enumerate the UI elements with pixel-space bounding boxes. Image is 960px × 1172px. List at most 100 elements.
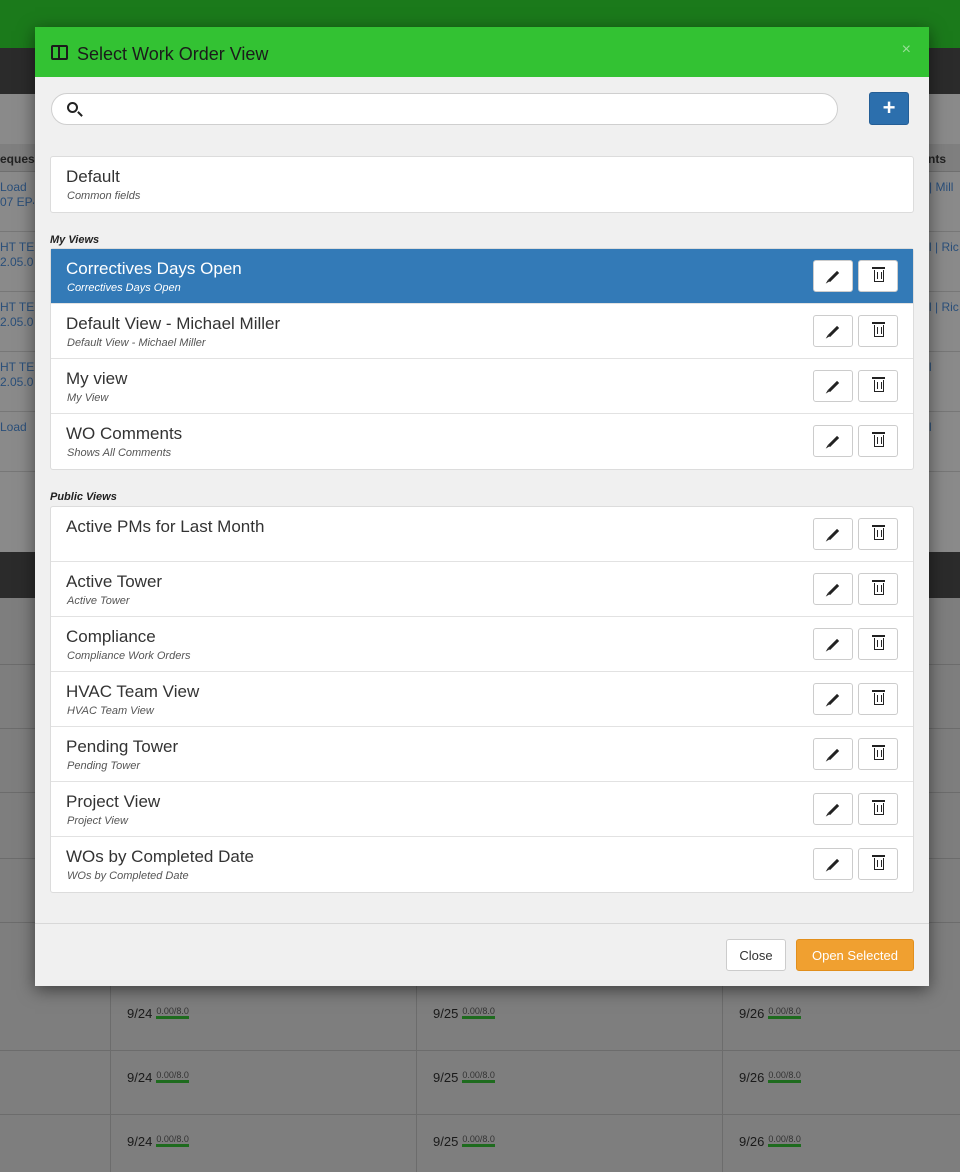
list-item-view[interactable]: Active PMs for Last Month	[51, 507, 913, 562]
delete-view-button[interactable]	[858, 425, 898, 457]
list-item-view[interactable]: Default View - Michael Miller Default Vie…	[51, 304, 913, 359]
view-subtitle: Pending Tower	[67, 760, 140, 772]
search-box[interactable]	[51, 93, 838, 125]
app-cell-request: HT TE2.05.07	[0, 300, 34, 330]
list-item-default-view[interactable]: Default Common fields	[51, 157, 913, 212]
delete-view-button[interactable]	[858, 518, 898, 550]
list-item-view[interactable]: HVAC Team View HVAC Team View	[51, 672, 913, 727]
view-subtitle: Default View - Michael Miller	[67, 337, 206, 349]
app-cell-line: HT TE	[0, 240, 34, 254]
app-cell-request: Load	[0, 420, 34, 435]
app-calendar-day: 9/24 0.00/8.0	[127, 1006, 189, 1021]
list-item-view[interactable]: Active Tower Active Tower	[51, 562, 913, 617]
edit-view-button[interactable]	[813, 260, 853, 292]
trash-icon	[872, 377, 885, 392]
app-calendar-hours: 0.00/8.0	[462, 1070, 495, 1083]
view-title: Active Tower	[66, 572, 163, 591]
modal-footer: Close Open Selected	[35, 923, 929, 986]
list-item-view[interactable]: WO Comments Shows All Comments	[51, 414, 913, 469]
app-cell-line: l | Ric	[929, 240, 959, 254]
delete-view-button[interactable]	[858, 683, 898, 715]
delete-view-button[interactable]	[858, 628, 898, 660]
delete-view-button[interactable]	[858, 573, 898, 605]
app-table-header-comments: nts	[928, 152, 946, 166]
app-cell-line: l | Ric	[929, 300, 959, 314]
add-view-button[interactable]: +	[869, 92, 909, 125]
app-calendar-day: 9/24 0.00/8.0	[127, 1134, 189, 1149]
app-calendar-day: 9/25 0.00/8.0	[433, 1070, 495, 1085]
close-icon[interactable]: ×	[902, 41, 911, 59]
search-icon	[67, 102, 78, 113]
edit-view-button[interactable]	[813, 793, 853, 825]
trash-icon	[872, 690, 885, 705]
trash-icon	[872, 580, 885, 595]
app-cell-line: Load	[0, 180, 27, 194]
edit-view-button[interactable]	[813, 573, 853, 605]
app-cell-line: HT TE	[0, 300, 34, 314]
list-item-view[interactable]: WOs by Completed Date WOs by Completed Da…	[51, 837, 913, 892]
view-subtitle: Common fields	[67, 190, 141, 202]
app-calendar-day: 9/26 0.00/8.0	[739, 1134, 801, 1149]
delete-view-button[interactable]	[858, 315, 898, 347]
app-calendar-date: 9/26	[739, 1006, 765, 1021]
select-view-modal: Select Work Order View × + Default Commo…	[35, 27, 929, 986]
app-cell-request: HT TE2.05.07	[0, 360, 34, 390]
edit-view-button[interactable]	[813, 370, 853, 402]
trash-icon	[872, 267, 885, 282]
list-item-view[interactable]: Compliance Compliance Work Orders	[51, 617, 913, 672]
app-calendar-date: 9/25	[433, 1134, 459, 1149]
list-item-view[interactable]: Pending Tower Pending Tower	[51, 727, 913, 782]
edit-view-button[interactable]	[813, 425, 853, 457]
my-views-label: My Views	[50, 234, 100, 246]
app-calendar-hours: 0.00/8.0	[768, 1070, 801, 1083]
search-input[interactable]	[88, 98, 818, 120]
public-views-list: Active PMs for Last Month Active Tower Act…	[50, 506, 914, 893]
app-calendar-hours: 0.00/8.0	[768, 1134, 801, 1147]
pencil-icon	[827, 858, 840, 871]
delete-view-button[interactable]	[858, 260, 898, 292]
view-subtitle: HVAC Team View	[67, 705, 154, 717]
app-cell-line: 2.05.07	[0, 255, 34, 269]
delete-view-button[interactable]	[858, 738, 898, 770]
edit-view-button[interactable]	[813, 738, 853, 770]
trash-icon	[872, 745, 885, 760]
app-calendar-date: 9/24	[127, 1070, 153, 1085]
list-item-view[interactable]: Project View Project View	[51, 782, 913, 837]
pencil-icon	[827, 638, 840, 651]
modal-title: Select Work Order View	[77, 44, 269, 64]
edit-view-button[interactable]	[813, 518, 853, 550]
modal-header: Select Work Order View ×	[35, 27, 929, 77]
delete-view-button[interactable]	[858, 370, 898, 402]
app-calendar-day: 9/24 0.00/8.0	[127, 1070, 189, 1085]
delete-view-button[interactable]	[858, 793, 898, 825]
trash-icon	[872, 322, 885, 337]
view-title: My view	[66, 369, 128, 388]
app-calendar-hours: 0.00/8.0	[462, 1006, 495, 1019]
open-selected-button[interactable]: Open Selected	[796, 939, 914, 971]
view-title: Active PMs for Last Month	[66, 517, 265, 536]
list-item-view[interactable]: My view My View	[51, 359, 913, 414]
app-calendar-day: 9/25 0.00/8.0	[433, 1134, 495, 1149]
edit-view-button[interactable]	[813, 628, 853, 660]
app-cell-comments: l | Ric	[929, 300, 960, 315]
pencil-icon	[827, 380, 840, 393]
view-subtitle: Shows All Comments	[67, 447, 172, 459]
edit-view-button[interactable]	[813, 683, 853, 715]
view-subtitle: Compliance Work Orders	[67, 650, 191, 662]
default-view-list: Default Common fields	[50, 156, 914, 213]
edit-view-button[interactable]	[813, 315, 853, 347]
view-title: HVAC Team View	[66, 682, 200, 701]
pencil-icon	[827, 693, 840, 706]
delete-view-button[interactable]	[858, 848, 898, 880]
app-calendar-date: 9/24	[127, 1134, 153, 1149]
app-cell-comments: l	[929, 360, 960, 375]
app-calendar-row-line	[0, 1050, 960, 1051]
close-button[interactable]: Close	[726, 939, 786, 971]
trash-icon	[872, 800, 885, 815]
app-calendar-hours: 0.00/8.0	[156, 1006, 189, 1019]
app-calendar-day: 9/26 0.00/8.0	[739, 1006, 801, 1021]
app-calendar-hours: 0.00/8.0	[768, 1006, 801, 1019]
edit-view-button[interactable]	[813, 848, 853, 880]
list-item-view[interactable]: Correctives Days Open Correctives Days Op…	[51, 249, 913, 304]
app-calendar-date: 9/26	[739, 1070, 765, 1085]
